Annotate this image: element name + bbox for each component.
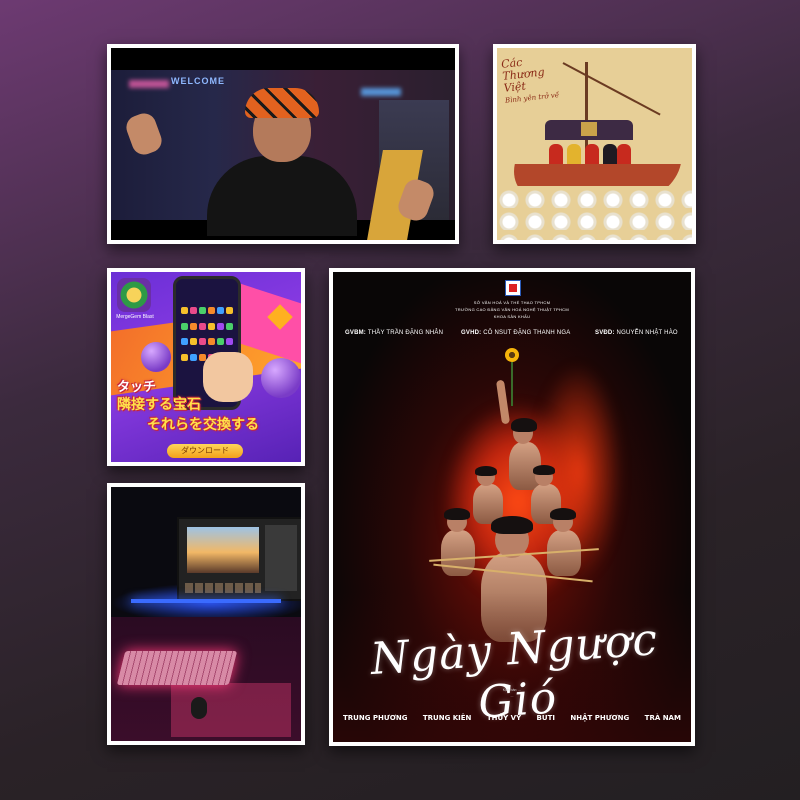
fine-print: ...	[510, 694, 514, 698]
sphere-decoration	[141, 342, 171, 372]
cast-name: NHẬT PHƯƠNG	[570, 714, 630, 722]
sunflower-icon	[505, 348, 519, 362]
gem-icon	[181, 322, 188, 330]
credit-name: THẦY TRẦN ĐẶNG NHÂN	[367, 330, 444, 336]
org-line: SỞ VĂN HOÁ VÀ THỂ THAO TPHCM	[473, 300, 551, 305]
gem-icon	[190, 338, 197, 345]
credit-role: GVHD:	[461, 330, 482, 336]
editor-panel	[265, 525, 297, 591]
gem-icon	[208, 338, 215, 345]
cast-name: TRUNG KIÊN	[422, 714, 472, 722]
fine-print: Kịch bản: ...	[502, 688, 522, 692]
game-ad-image: MergeGem Blast タッチ 隣接する宝石 それらを交換する ダウンロー…	[111, 272, 301, 462]
illustration-tile[interactable]: Các Thương Việt Bình yên trở về	[493, 44, 696, 244]
gem-icon	[226, 322, 233, 330]
gem-icon	[226, 307, 233, 314]
gem-icon	[199, 338, 206, 345]
school-logo-icon	[505, 280, 521, 296]
credit-gvbm: GVBM: THẦY TRẦN ĐẶNG NHÂN	[345, 330, 443, 336]
filmstrip	[185, 583, 261, 593]
gem-icon	[217, 307, 224, 314]
theatre-poster: SỞ VĂN HOÁ VÀ THỂ THAO TPHCM TRƯỜNG CAO …	[333, 272, 691, 742]
poster-tile[interactable]: SỞ VĂN HOÁ VÀ THỂ THAO TPHCM TRƯỜNG CAO …	[329, 268, 695, 746]
gem-icon	[199, 322, 206, 330]
neon-light	[361, 88, 401, 96]
cast-name: THÚY VY	[486, 714, 522, 722]
arcade-sign: WELCOME	[171, 76, 225, 86]
app-name: MergeGem Blast	[116, 314, 154, 320]
ad-line-3: それらを交換する	[147, 417, 259, 433]
credit-name: NGUYỄN NHẬT HÀO	[616, 330, 678, 336]
person-hoodie	[207, 156, 357, 236]
video-still-image: WELCOME	[111, 48, 455, 240]
actor-hair	[533, 465, 555, 475]
photo-on-screen	[187, 527, 259, 573]
emblem-icon	[581, 122, 597, 136]
waves	[497, 186, 692, 240]
actor-hair	[550, 508, 576, 520]
neon-light	[129, 80, 169, 88]
cast-name: TRÀ NAM	[644, 714, 681, 722]
credit-role: GVBM:	[345, 330, 366, 336]
cast-name: BUTI	[536, 714, 555, 722]
app-icon	[117, 278, 151, 312]
hand-holding-phone	[203, 352, 253, 402]
actor-hair	[475, 466, 497, 476]
cast-list: TRUNG PHƯƠNG TRUNG KIÊN THÚY VY BUTI NHẬ…	[343, 714, 681, 722]
lead-actor-hair	[491, 516, 533, 534]
ad-line-2: 隣接する宝石	[117, 397, 201, 413]
credit-role: SVĐD:	[595, 330, 615, 336]
hand-left	[123, 110, 165, 158]
download-button[interactable]: ダウンロード	[167, 444, 243, 458]
video-still-tile[interactable]: WELCOME	[107, 44, 459, 244]
gem-icon	[181, 353, 188, 361]
led-strip	[131, 599, 281, 603]
gem-icon	[181, 338, 188, 345]
illustration-title: Các Thương Việt Bình yên trở về	[501, 53, 560, 106]
gem-icon	[199, 307, 206, 314]
org-line: TRƯỜNG CAO ĐẲNG VĂN HOÁ NGHỆ THUẬT TPHCM	[455, 307, 569, 312]
gem-icon	[208, 322, 215, 330]
arcade-background: WELCOME	[111, 70, 455, 240]
desk-setup-tile[interactable]	[107, 483, 305, 745]
monitor	[177, 517, 301, 601]
gem-icon	[190, 353, 197, 361]
headscarf	[245, 88, 319, 118]
gem-icon	[217, 338, 224, 345]
credit-name: CÔ NSUT ĐẶNG THANH NGA	[483, 330, 571, 336]
cast-name: TRUNG PHƯƠNG	[343, 714, 408, 722]
gem-icon	[226, 338, 233, 345]
mouse-pad	[171, 683, 291, 737]
org-line: KHOA SÂN KHẤU	[493, 314, 531, 319]
mouse	[191, 697, 207, 719]
ad-line-1: タッチ	[117, 380, 157, 395]
gem-icon	[190, 307, 197, 314]
credit-gvhd: GVHD: CÔ NSUT ĐẶNG THANH NGA	[461, 330, 570, 336]
sail-yard	[562, 62, 661, 116]
gem-icon	[190, 322, 197, 330]
credit-svdd: SVĐD: NGUYỄN NHẬT HÀO	[595, 330, 678, 336]
actor-hair	[444, 508, 470, 520]
sphere-decoration	[261, 358, 301, 398]
gem-icon	[208, 307, 215, 314]
actor-hair	[511, 418, 537, 432]
game-ad-tile[interactable]: MergeGem Blast タッチ 隣接する宝石 それらを交換する ダウンロー…	[107, 268, 305, 466]
boat-illustration: Các Thương Việt Bình yên trở về	[497, 48, 692, 240]
desk-setup-photo	[111, 487, 301, 741]
flower-stem	[511, 362, 513, 406]
gem-icon	[181, 307, 188, 314]
gem-icon	[217, 322, 224, 330]
keyboard	[116, 651, 238, 685]
